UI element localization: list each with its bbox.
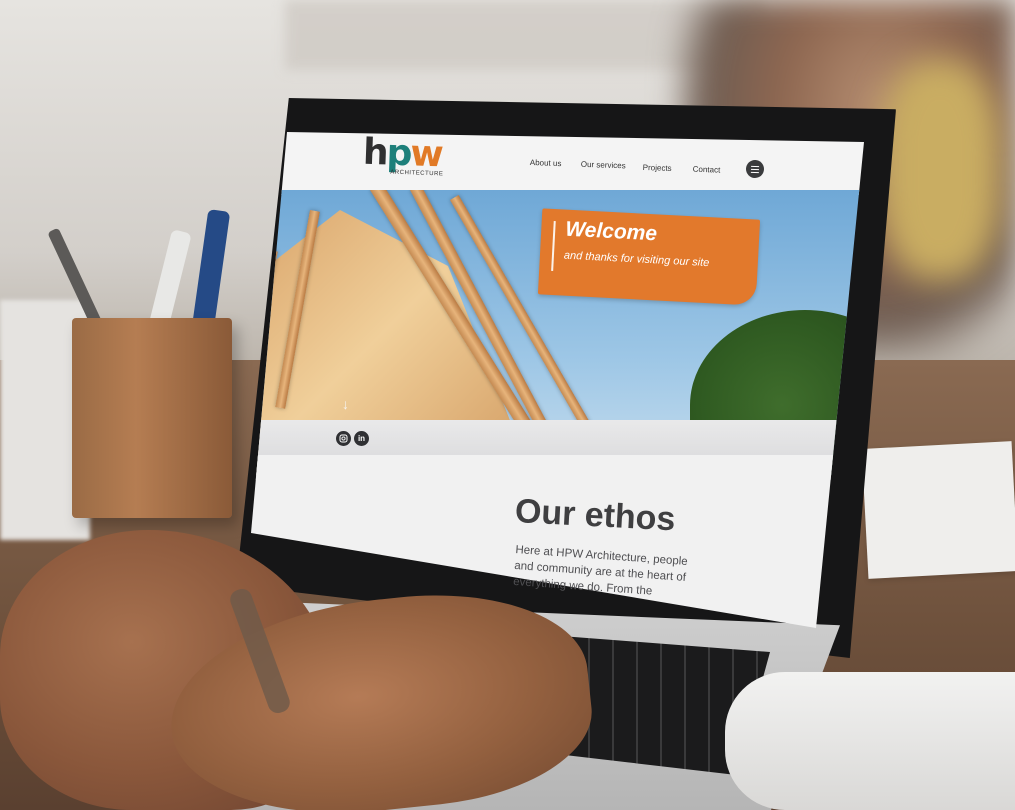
instagram-glyph	[339, 434, 348, 443]
nav-item-contact[interactable]: Contact	[693, 165, 721, 175]
hpw-logo[interactable]: hpw ARCHITECTURE	[362, 131, 443, 178]
nav-item-about-us[interactable]: About us	[530, 158, 562, 168]
logo-letter-w: w	[409, 133, 443, 176]
welcome-subtitle: and thanks for visiting our site	[563, 249, 710, 270]
logo-letter-p: p	[385, 132, 412, 175]
linkedin-icon[interactable]: in	[354, 431, 369, 446]
arrow-down-icon[interactable]: ↓	[342, 396, 349, 412]
ethos-heading: Our ethos	[514, 492, 677, 539]
photo-scene: hpw ARCHITECTURE About us Our services P…	[0, 0, 1015, 810]
instagram-icon[interactable]	[336, 431, 351, 446]
ethos-paragraph: Here at HPW Architecture, people and com…	[512, 543, 689, 598]
logo-letter-h: h	[362, 131, 388, 174]
welcome-banner: Welcome and thanks for visiting our site	[537, 208, 761, 306]
logo-mark: hpw	[362, 131, 443, 176]
nav-item-our-services[interactable]: Our services	[581, 160, 626, 171]
welcome-title: Welcome	[564, 217, 658, 246]
welcome-divider	[551, 220, 556, 272]
nav-item-projects[interactable]: Projects	[643, 163, 672, 173]
